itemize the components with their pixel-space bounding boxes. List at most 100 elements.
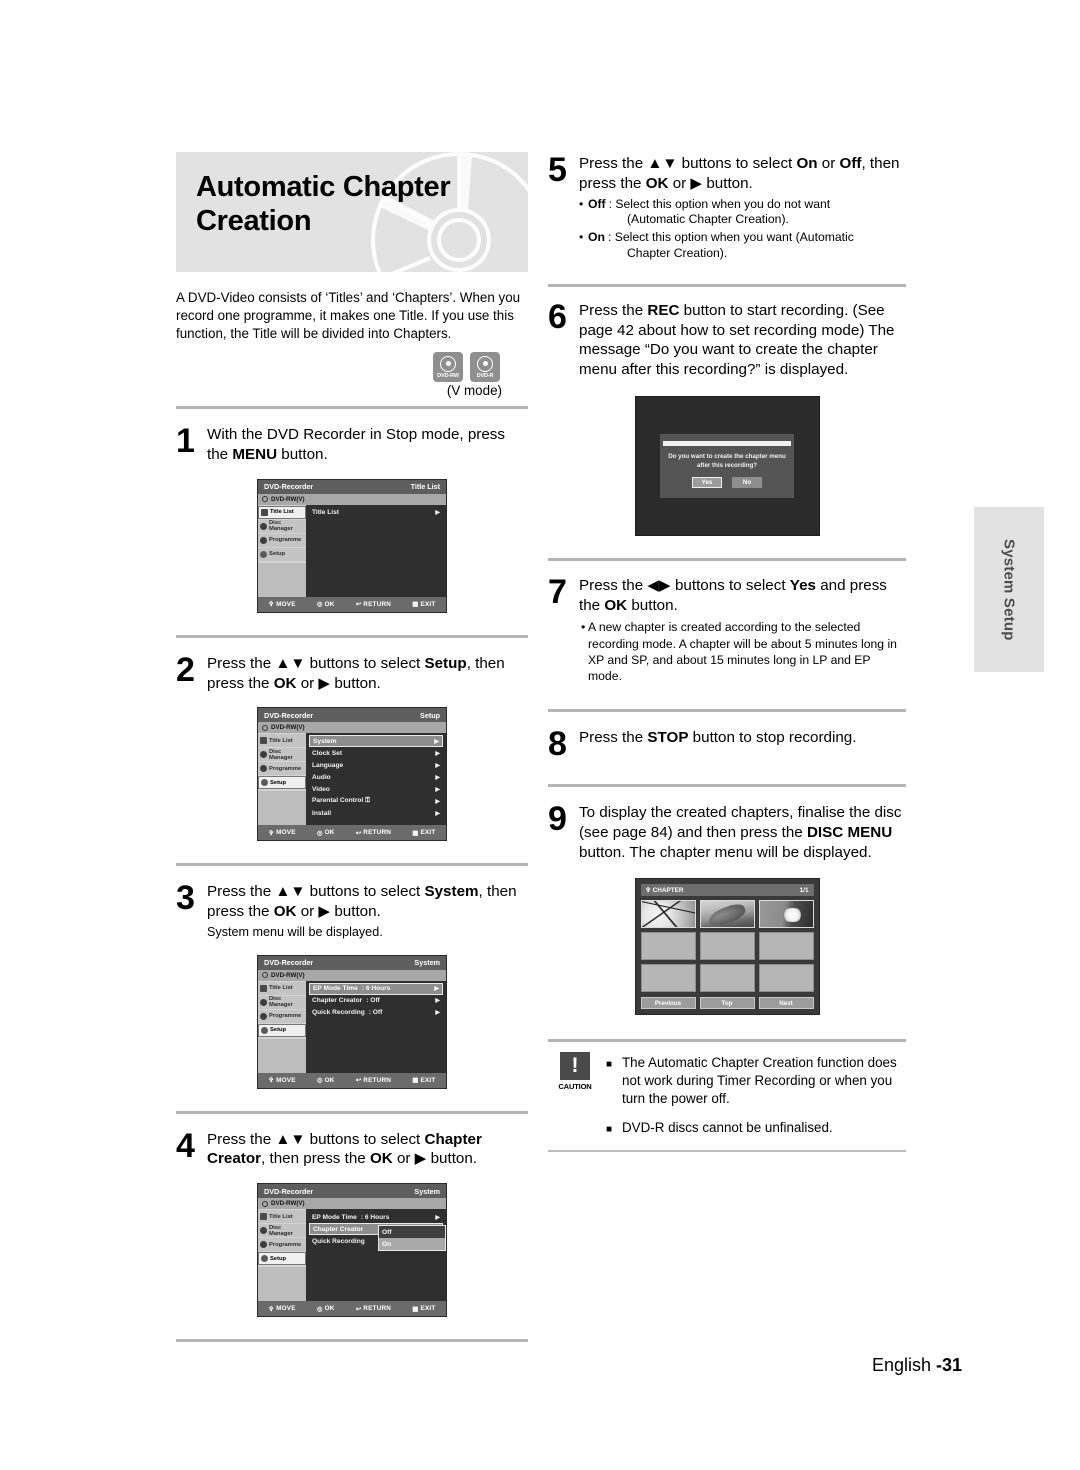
side-tab-label: System Setup xyxy=(1000,538,1018,641)
footer-page-number: -31 xyxy=(935,1355,962,1375)
step-5: 5 Press the ▲▼ buttons to select On or O… xyxy=(548,151,906,262)
list-icon xyxy=(260,984,267,992)
osd-titlebar: DVD-Recorder System xyxy=(258,955,446,970)
osd-sidebar-item-programme[interactable]: Programme xyxy=(258,1009,306,1023)
osd-sidebar-item-programme[interactable]: Programme xyxy=(258,533,306,547)
step-9-text: To display the created chapters, finalis… xyxy=(579,804,902,861)
osd-row-parental-control[interactable]: Parental Control ⚿ ▶ xyxy=(309,795,443,807)
osd-sidebar-item-title-list[interactable]: Title List xyxy=(258,981,306,995)
osd-sidebar-item-title-list[interactable]: Title List xyxy=(258,1210,306,1224)
step-9-number: 9 xyxy=(548,800,567,839)
next-button[interactable]: Next xyxy=(758,997,814,1010)
step-5-number: 5 xyxy=(548,151,567,189)
osd-row-chapter-creator[interactable]: Chapter Creator: Off ▶ xyxy=(309,995,443,1007)
osd-sidebar-item-setup[interactable]: Setup xyxy=(258,1252,306,1266)
chapter-cell-8[interactable] xyxy=(699,964,755,993)
osd-sidebar-item-disc-manager[interactable]: Disc Manager xyxy=(258,995,306,1009)
caution-mark: ! CAUTION xyxy=(548,1052,602,1091)
step-3: 3 Press the ▲▼ buttons to select System,… xyxy=(176,881,528,940)
osd-sidebar: Title List Disc Manager Programme Setup xyxy=(258,504,306,597)
osd-nav-move: ✞ MOVE xyxy=(268,1076,296,1085)
chapter-cell-1[interactable]: 1 xyxy=(640,900,696,929)
dvd-r-badge-label: DVD-R xyxy=(476,372,494,379)
osd-row[interactable]: Title List ▶ xyxy=(309,507,443,519)
osd-screenshot-setup: DVD-Recorder Setup DVD-RW(V) Title List … xyxy=(257,707,447,842)
osd-disc-type: DVD-RW(V) xyxy=(258,1198,446,1210)
osd-row-clock-set[interactable]: Clock Set ▶ xyxy=(309,747,443,759)
step-5-text: Press the ▲▼ buttons to select On or Off… xyxy=(579,155,900,192)
osd-nav-exit: ▦ EXIT xyxy=(412,1305,436,1313)
disc-manager-icon xyxy=(260,998,267,1006)
chapter-cell-4[interactable] xyxy=(640,932,696,961)
dialog-buttons: Yes No xyxy=(660,476,794,488)
osd-nav-ok: ◎ OK xyxy=(316,600,335,609)
osd-sidebar-item-programme[interactable]: Programme xyxy=(258,1238,306,1252)
osd-row-install[interactable]: Install ▶ xyxy=(309,807,443,819)
osd-header-right: Title List xyxy=(410,482,440,492)
square-bullet-icon: ■ xyxy=(606,1059,613,1071)
programme-icon xyxy=(260,1012,267,1020)
chapter-cell-3[interactable]: 3 xyxy=(758,900,814,929)
osd-row-language[interactable]: Language ▶ xyxy=(309,759,443,771)
step-3-subtext: System menu will be displayed. xyxy=(207,924,383,939)
previous-button[interactable]: Previous xyxy=(640,997,696,1010)
osd-sidebar-item-setup[interactable]: Setup xyxy=(258,776,306,790)
osd-disc-type: DVD-RW(V) xyxy=(258,722,446,734)
chevron-right-icon: ▶ xyxy=(435,998,440,1005)
chevron-right-icon: ▶ xyxy=(435,1214,440,1221)
osd-row-system[interactable]: System ▶ xyxy=(309,735,443,748)
osd-row-ep-mode-time[interactable]: EP Mode Time: 6 Hours ▶ xyxy=(309,1211,443,1223)
osd-nav-exit: ▦ EXIT xyxy=(412,1076,436,1085)
page-footer: English -31 xyxy=(872,1355,962,1376)
dolphin-thumb-icon xyxy=(700,901,754,928)
osd-sidebar-filler xyxy=(258,1038,306,1073)
step-1-number: 1 xyxy=(176,422,195,461)
step-3-text: Press the ▲▼ buttons to select System, t… xyxy=(207,883,517,921)
osd-sidebar-filler xyxy=(258,562,306,597)
chapter-cell-5[interactable] xyxy=(699,932,755,961)
step-9: 9 To display the created chapters, final… xyxy=(548,800,906,862)
programme-icon xyxy=(260,1241,267,1249)
chevron-right-icon: ▶ xyxy=(435,762,440,769)
osd-header-right: System xyxy=(414,958,440,968)
step-4-text: Press the ▲▼ buttons to select Chapter C… xyxy=(207,1130,482,1168)
chapter-cell-6[interactable] xyxy=(758,932,814,961)
top-button[interactable]: Top xyxy=(699,997,755,1010)
chapter-cell-7[interactable] xyxy=(640,964,696,993)
dropdown-option-off[interactable]: Off xyxy=(379,1226,445,1239)
osd-row-ep-mode-time[interactable]: EP Mode Time: 6 Hours ▶ xyxy=(309,982,443,995)
step-5-bullets: • Off: Select this option when you do no… xyxy=(579,197,906,262)
disc-manager-icon xyxy=(260,1227,267,1235)
bullet-dot-icon: • xyxy=(579,196,584,211)
osd-nav-return: ↩ RETURN xyxy=(355,829,392,837)
footer-language: English xyxy=(871,1355,936,1375)
chapter-menu-page: 1/1 xyxy=(799,886,809,894)
dropdown-option-on[interactable]: On xyxy=(379,1238,445,1251)
bullet-dot-icon: • xyxy=(579,230,584,245)
osd-row-audio[interactable]: Audio ▶ xyxy=(309,771,443,783)
osd-sidebar-item-title-list[interactable]: Title List xyxy=(258,734,306,748)
chapter-cell-9[interactable] xyxy=(758,964,814,993)
osd-sidebar-item-title-list[interactable]: Title List xyxy=(258,505,306,519)
page-title: Automatic Chapter Creation xyxy=(176,152,528,238)
osd-nav-exit: ▦ EXIT xyxy=(412,600,436,609)
chevron-right-icon: ▶ xyxy=(435,810,440,817)
osd-sidebar-item-setup[interactable]: Setup xyxy=(258,1023,306,1037)
dialog-yes-button[interactable]: Yes xyxy=(692,476,722,488)
osd-sidebar-item-programme[interactable]: Programme xyxy=(258,762,306,776)
osd-row-quick-recording[interactable]: Quick Recording: Off ▶ xyxy=(309,1007,443,1019)
osd-row-video[interactable]: Video ▶ xyxy=(309,783,443,795)
chapter-cell-2[interactable]: 2 xyxy=(699,900,755,929)
step-4: 4 Press the ▲▼ buttons to select Chapter… xyxy=(176,1129,528,1170)
osd-sidebar-item-disc-manager[interactable]: Disc Manager xyxy=(258,748,306,762)
osd-content: EP Mode Time: 6 Hours ▶ Chapter Creator Q… xyxy=(306,1209,446,1302)
osd-sidebar-item-setup[interactable]: Setup xyxy=(258,547,306,561)
step-2-text: Press the ▲▼ buttons to select Setup, th… xyxy=(207,654,505,692)
exclamation-icon: ! xyxy=(560,1052,590,1081)
osd-content: Title List ▶ xyxy=(306,504,446,597)
osd-sidebar-item-disc-manager[interactable]: Disc Manager xyxy=(258,519,306,533)
divider xyxy=(548,708,906,712)
chapter-creator-dropdown[interactable]: Off On xyxy=(378,1225,446,1252)
osd-sidebar-item-disc-manager[interactable]: Disc Manager xyxy=(258,1224,306,1238)
dialog-no-button[interactable]: No xyxy=(732,476,762,488)
